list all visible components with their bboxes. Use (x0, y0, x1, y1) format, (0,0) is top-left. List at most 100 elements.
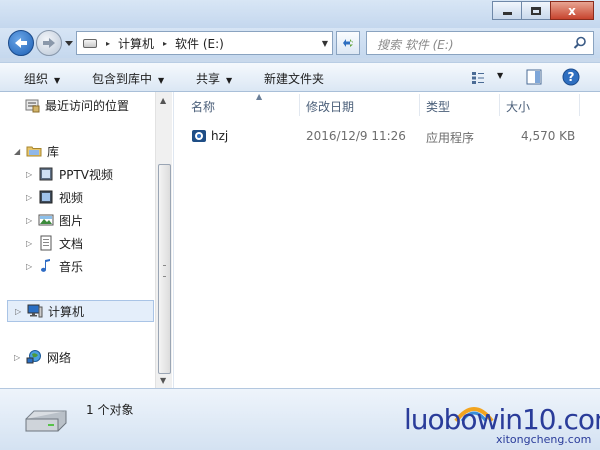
column-divider[interactable] (579, 94, 580, 116)
file-list[interactable]: ▲ 名称 修改日期 类型 大小 hzj 2016/12/9 11:26 应用程序… (175, 92, 600, 388)
column-header-modified[interactable]: 修改日期 (306, 98, 416, 120)
navigation-pane[interactable]: 最近访问的位置 ◢ 库 ▷ PPTV视频 ▷ 视频 ▷ 图片 ▷ 文档 ▷ 音乐… (0, 92, 174, 388)
nav-item-videos[interactable]: ▷ 视频 (26, 186, 83, 208)
collapsed-triangle-icon[interactable]: ▷ (26, 262, 38, 271)
column-divider[interactable] (299, 94, 300, 116)
nav-item-pptv-video[interactable]: ▷ PPTV视频 (26, 163, 113, 185)
column-divider[interactable] (419, 94, 420, 116)
recent-pages-dropdown-icon[interactable] (64, 38, 74, 48)
scroll-down-icon[interactable]: ▼ (160, 376, 166, 385)
main-area: 最近访问的位置 ◢ 库 ▷ PPTV视频 ▷ 视频 ▷ 图片 ▷ 文档 ▷ 音乐… (0, 92, 600, 388)
address-history-dropdown-icon[interactable]: ▼ (322, 39, 328, 48)
application-icon (192, 130, 206, 142)
column-header-name[interactable]: ▲ 名称 (191, 92, 301, 120)
preview-pane-icon[interactable] (526, 69, 542, 85)
nav-label: 视频 (59, 190, 84, 205)
forward-button[interactable] (36, 30, 62, 56)
file-row[interactable]: hzj 2016/12/9 11:26 应用程序 4,570 KB (183, 126, 583, 148)
nav-item-pictures[interactable]: ▷ 图片 (26, 209, 83, 231)
breadcrumb-computer[interactable]: 计算机 (118, 35, 154, 52)
file-name[interactable]: hzj (211, 129, 228, 143)
collapsed-triangle-icon[interactable]: ▷ (14, 353, 26, 362)
include-in-library-menu[interactable]: 包含到库中 ▼ (92, 70, 164, 87)
maximize-button[interactable] (521, 1, 551, 20)
share-label: 共享 (196, 72, 221, 86)
nav-label: 最近访问的位置 (45, 98, 130, 113)
back-button[interactable] (8, 30, 34, 56)
nav-label: 网络 (47, 350, 72, 365)
scrollbar-thumb[interactable] (158, 164, 171, 374)
computer-icon (27, 304, 43, 318)
view-dropdown-icon[interactable]: ▼ (497, 71, 503, 80)
window-controls: x (492, 1, 594, 20)
breadcrumb-separator-icon[interactable]: ▸ (106, 39, 110, 48)
video-library-icon (39, 167, 53, 181)
watermark-domain: xitongcheng.com (496, 433, 592, 446)
nav-label: PPTV视频 (59, 167, 114, 182)
expanded-triangle-icon[interactable]: ◢ (14, 147, 26, 156)
recent-places-icon (25, 99, 40, 113)
close-button[interactable]: x (550, 1, 594, 20)
organize-menu[interactable]: 组织 ▼ (24, 70, 60, 87)
share-menu[interactable]: 共享 ▼ (196, 70, 232, 87)
collapsed-triangle-icon[interactable]: ▷ (26, 170, 38, 179)
chevron-down-icon: ▼ (158, 76, 165, 85)
new-folder-label: 新建文件夹 (264, 72, 325, 86)
minimize-button[interactable] (492, 1, 522, 20)
site-watermark: luobowin10.com xitongcheng.com (404, 401, 600, 449)
file-type: 应用程序 (426, 131, 475, 145)
maximize-icon (531, 6, 541, 15)
nav-label: 计算机 (48, 304, 85, 319)
collapsed-triangle-icon[interactable]: ▷ (26, 216, 38, 225)
drive-icon (83, 38, 97, 48)
nav-label: 库 (47, 144, 60, 159)
breadcrumb-separator-icon[interactable]: ▸ (163, 39, 167, 48)
view-options-icon[interactable] (472, 72, 488, 84)
nav-item-documents[interactable]: ▷ 文档 (26, 232, 83, 254)
hard-drive-icon (25, 410, 67, 432)
column-label: 修改日期 (306, 100, 355, 114)
file-modified: 2016/12/9 11:26 (306, 129, 406, 143)
library-folder-icon (26, 146, 42, 157)
nav-item-music[interactable]: ▷ 音乐 (26, 255, 83, 277)
nav-item-computer[interactable]: ▷ 计算机 (7, 300, 154, 322)
nav-item-recent-places[interactable]: 最近访问的位置 (24, 94, 129, 116)
nav-label: 文档 (59, 236, 84, 251)
column-header-type[interactable]: 类型 (426, 98, 496, 120)
search-placeholder: 搜索 软件 (E:) (377, 38, 454, 52)
refresh-button[interactable] (336, 31, 360, 55)
nav-label: 音乐 (59, 259, 84, 274)
column-divider[interactable] (499, 94, 500, 116)
address-bar[interactable]: ▸ 计算机 ▸ 软件 (E:) ▼ (76, 31, 333, 55)
file-size: 4,570 KB (521, 129, 576, 143)
collapsed-triangle-icon[interactable]: ▷ (26, 239, 38, 248)
search-input[interactable]: 搜索 软件 (E:) (366, 31, 594, 55)
column-label: 类型 (426, 100, 451, 114)
nav-label: 图片 (59, 213, 84, 228)
column-label: 名称 (191, 100, 216, 114)
title-bar: x (0, 0, 600, 28)
refresh-icon (343, 39, 353, 47)
arrow-right-icon (43, 38, 55, 48)
scrollbar-grip-icon (163, 265, 166, 277)
scroll-up-icon[interactable]: ▲ (160, 96, 166, 105)
details-pane: 1 个对象 luobowin10.com xitongcheng.com (0, 388, 600, 450)
help-icon[interactable]: ? (562, 68, 580, 86)
nav-item-network[interactable]: ▷ 网络 (14, 346, 71, 368)
include-library-label: 包含到库中 (92, 72, 153, 86)
pictures-library-icon (38, 214, 54, 226)
organize-label: 组织 (24, 72, 49, 86)
breadcrumb-drive-e[interactable]: 软件 (E:) (175, 35, 224, 52)
sort-ascending-icon: ▲ (256, 92, 263, 101)
chevron-down-icon: ▼ (226, 76, 233, 85)
svg-text:?: ? (568, 70, 575, 84)
column-header-size[interactable]: 大小 (506, 98, 576, 120)
collapsed-triangle-icon[interactable]: ▷ (15, 307, 27, 316)
collapsed-triangle-icon[interactable]: ▷ (26, 193, 38, 202)
nav-item-libraries[interactable]: ◢ 库 (14, 140, 59, 162)
navigation-scrollbar[interactable]: ▲ ▼ (155, 92, 172, 388)
column-label: 大小 (506, 100, 531, 114)
search-icon[interactable] (573, 36, 587, 50)
new-folder-button[interactable]: 新建文件夹 (264, 70, 324, 87)
video-library-icon (39, 190, 53, 204)
